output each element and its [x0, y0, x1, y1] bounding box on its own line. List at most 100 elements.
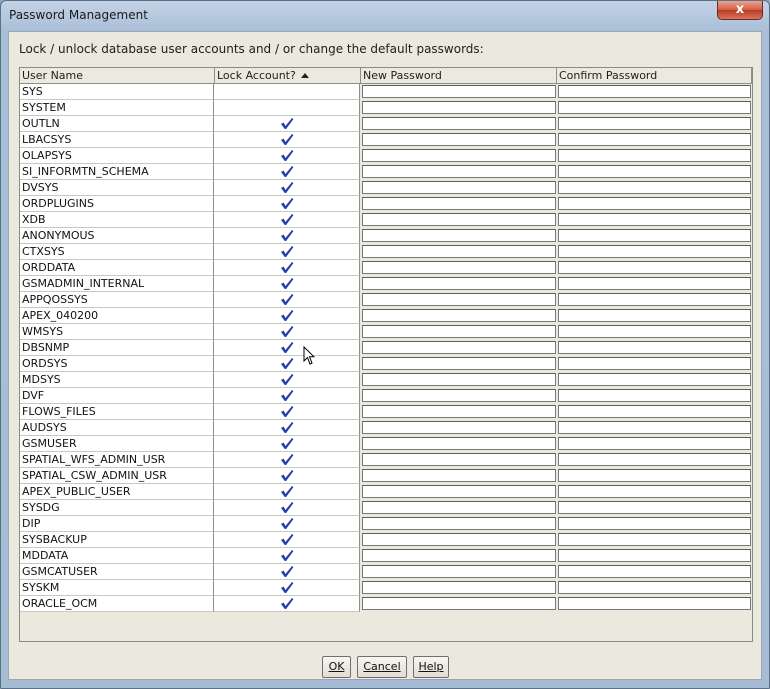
new-password-input[interactable] [362, 101, 556, 114]
new-password-input[interactable] [362, 501, 556, 514]
new-password-input[interactable] [362, 469, 556, 482]
confirm-password-input[interactable] [558, 485, 751, 498]
lock-account-checkbox[interactable] [214, 212, 360, 228]
new-password-input[interactable] [362, 581, 556, 594]
confirm-password-input[interactable] [558, 261, 751, 274]
lock-account-checkbox[interactable] [214, 132, 360, 148]
confirm-password-input[interactable] [558, 421, 751, 434]
new-password-input[interactable] [362, 437, 556, 450]
new-password-input[interactable] [362, 133, 556, 146]
confirm-password-input[interactable] [558, 565, 751, 578]
lock-account-checkbox[interactable] [214, 340, 360, 356]
lock-account-checkbox[interactable] [214, 164, 360, 180]
title-bar[interactable]: Password Management x [1, 1, 769, 31]
confirm-password-input[interactable] [558, 549, 751, 562]
confirm-password-input[interactable] [558, 533, 751, 546]
lock-account-checkbox[interactable] [214, 196, 360, 212]
confirm-password-input[interactable] [558, 581, 751, 594]
confirm-password-input[interactable] [558, 101, 751, 114]
new-password-input[interactable] [362, 421, 556, 434]
confirm-password-input[interactable] [558, 117, 751, 130]
lock-account-checkbox[interactable] [214, 148, 360, 164]
column-header-user-name[interactable]: User Name [20, 68, 215, 84]
lock-account-checkbox[interactable] [214, 292, 360, 308]
lock-account-checkbox[interactable] [214, 388, 360, 404]
lock-account-checkbox[interactable] [214, 452, 360, 468]
confirm-password-input[interactable] [558, 309, 751, 322]
lock-account-checkbox[interactable] [214, 356, 360, 372]
new-password-input[interactable] [362, 277, 556, 290]
new-password-input[interactable] [362, 325, 556, 338]
confirm-password-input[interactable] [558, 501, 751, 514]
confirm-password-input[interactable] [558, 165, 751, 178]
lock-account-checkbox[interactable] [214, 532, 360, 548]
confirm-password-input[interactable] [558, 373, 751, 386]
lock-account-checkbox[interactable] [214, 116, 360, 132]
confirm-password-input[interactable] [558, 85, 751, 98]
new-password-input[interactable] [362, 485, 556, 498]
new-password-input[interactable] [362, 549, 556, 562]
new-password-input[interactable] [362, 341, 556, 354]
lock-account-checkbox[interactable] [214, 228, 360, 244]
confirm-password-input[interactable] [558, 245, 751, 258]
confirm-password-input[interactable] [558, 389, 751, 402]
confirm-password-input[interactable] [558, 293, 751, 306]
new-password-input[interactable] [362, 165, 556, 178]
confirm-password-input[interactable] [558, 149, 751, 162]
lock-account-checkbox[interactable] [214, 420, 360, 436]
new-password-input[interactable] [362, 373, 556, 386]
new-password-input[interactable] [362, 533, 556, 546]
new-password-input[interactable] [362, 261, 556, 274]
confirm-password-input[interactable] [558, 341, 751, 354]
lock-account-checkbox[interactable] [214, 84, 360, 100]
lock-account-checkbox[interactable] [214, 404, 360, 420]
confirm-password-input[interactable] [558, 437, 751, 450]
confirm-password-input[interactable] [558, 229, 751, 242]
confirm-password-input[interactable] [558, 277, 751, 290]
lock-account-checkbox[interactable] [214, 100, 360, 116]
lock-account-checkbox[interactable] [214, 484, 360, 500]
lock-account-checkbox[interactable] [214, 324, 360, 340]
confirm-password-input[interactable] [558, 453, 751, 466]
new-password-input[interactable] [362, 293, 556, 306]
confirm-password-input[interactable] [558, 133, 751, 146]
close-button[interactable]: x [717, 1, 763, 20]
lock-account-checkbox[interactable] [214, 548, 360, 564]
confirm-password-input[interactable] [558, 197, 751, 210]
new-password-input[interactable] [362, 245, 556, 258]
help-button[interactable]: Help [413, 656, 449, 678]
ok-button[interactable]: OK [322, 656, 351, 678]
column-header-new-password[interactable]: New Password [361, 68, 557, 84]
new-password-input[interactable] [362, 117, 556, 130]
lock-account-checkbox[interactable] [214, 180, 360, 196]
lock-account-checkbox[interactable] [214, 436, 360, 452]
lock-account-checkbox[interactable] [214, 308, 360, 324]
new-password-input[interactable] [362, 197, 556, 210]
new-password-input[interactable] [362, 85, 556, 98]
confirm-password-input[interactable] [558, 597, 751, 610]
new-password-input[interactable] [362, 517, 556, 530]
lock-account-checkbox[interactable] [214, 564, 360, 580]
lock-account-checkbox[interactable] [214, 500, 360, 516]
new-password-input[interactable] [362, 181, 556, 194]
column-header-lock-account[interactable]: Lock Account? [215, 68, 361, 84]
lock-account-checkbox[interactable] [214, 372, 360, 388]
lock-account-checkbox[interactable] [214, 244, 360, 260]
lock-account-checkbox[interactable] [214, 260, 360, 276]
lock-account-checkbox[interactable] [214, 276, 360, 292]
confirm-password-input[interactable] [558, 469, 751, 482]
confirm-password-input[interactable] [558, 213, 751, 226]
new-password-input[interactable] [362, 405, 556, 418]
lock-account-checkbox[interactable] [214, 580, 360, 596]
lock-account-checkbox[interactable] [214, 596, 360, 612]
new-password-input[interactable] [362, 213, 556, 226]
column-header-confirm-password[interactable]: Confirm Password [557, 68, 752, 84]
new-password-input[interactable] [362, 149, 556, 162]
lock-account-checkbox[interactable] [214, 516, 360, 532]
new-password-input[interactable] [362, 229, 556, 242]
new-password-input[interactable] [362, 453, 556, 466]
new-password-input[interactable] [362, 389, 556, 402]
new-password-input[interactable] [362, 357, 556, 370]
confirm-password-input[interactable] [558, 181, 751, 194]
new-password-input[interactable] [362, 597, 556, 610]
